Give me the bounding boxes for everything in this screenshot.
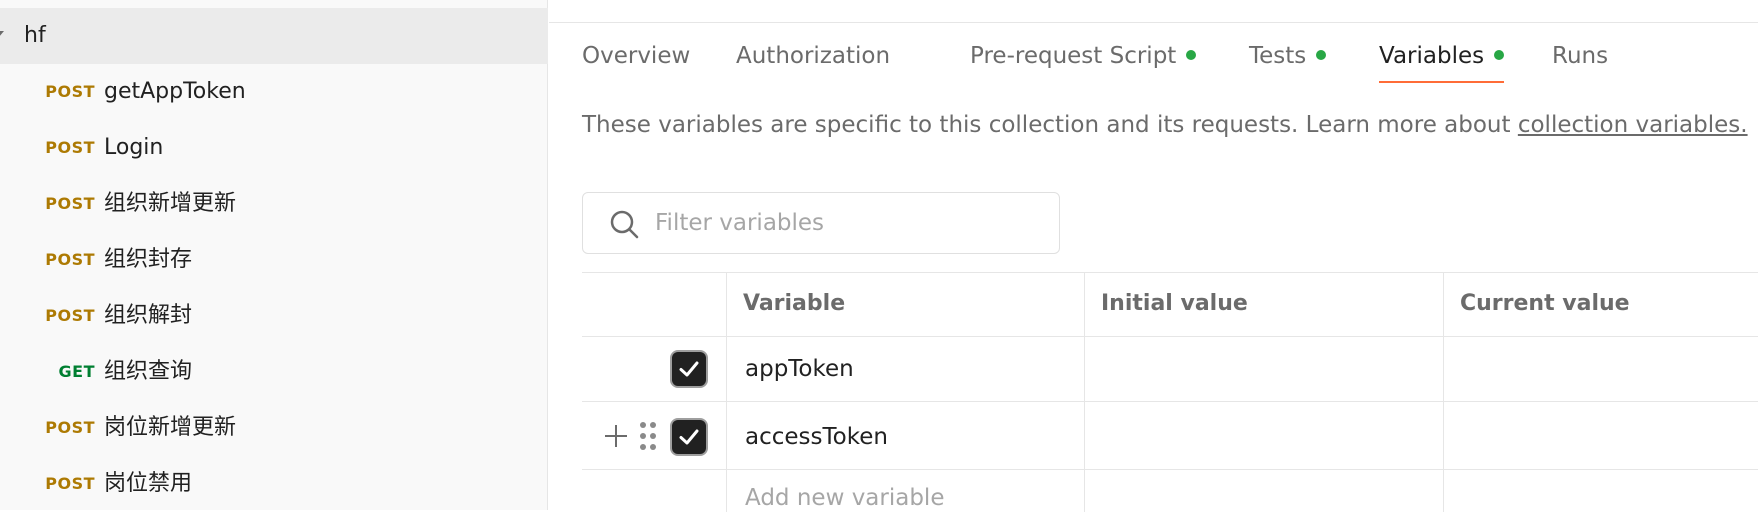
check-icon	[679, 429, 699, 445]
variables-table: Variable Initial value Current value app…	[582, 272, 1758, 512]
column-header-variable: Variable	[743, 291, 846, 316]
row-enabled-checkbox[interactable]	[672, 420, 706, 454]
request-name: 组织新增更新	[104, 191, 237, 216]
tab-label: Tests	[1249, 43, 1307, 69]
collection-main-panel: Overview Authorization Pre-request Scrip…	[549, 0, 1758, 512]
request-method-badge: POST	[45, 306, 95, 325]
folder-name: hf	[24, 23, 46, 48]
sidebar-request-item[interactable]: POST getAppToken	[0, 64, 548, 120]
sidebar-request-item[interactable]: GET 组织查询	[0, 344, 548, 400]
status-dot-icon	[1186, 49, 1197, 60]
sidebar-request-item[interactable]: POST 组织封存	[0, 232, 548, 288]
tab-label: Authorization	[736, 43, 891, 69]
search-icon	[610, 210, 639, 239]
request-name: 岗位新增更新	[104, 415, 237, 440]
sidebar: hf POST getAppToken POST Login POST 组织新增…	[0, 0, 548, 510]
table-border	[726, 272, 727, 512]
tab-variables[interactable]: Variables	[1379, 30, 1505, 85]
sidebar-folder-hf[interactable]: hf	[0, 8, 548, 64]
tab-label: Runs	[1552, 43, 1609, 69]
active-tab-indicator	[1379, 81, 1505, 83]
filter-variables-box[interactable]	[582, 192, 1060, 254]
request-method-badge: POST	[45, 194, 95, 213]
filter-variables-input[interactable]	[655, 193, 1045, 253]
request-name: 组织解封	[104, 303, 193, 328]
tab-runs[interactable]: Runs	[1552, 30, 1608, 85]
table-border	[1084, 272, 1085, 512]
drag-handle-icon[interactable]	[638, 420, 658, 452]
variables-description: These variables are specific to this col…	[582, 112, 1748, 138]
collection-variables-link[interactable]: collection variables.	[1518, 112, 1748, 138]
request-method-badge: POST	[45, 82, 95, 101]
sidebar-request-item[interactable]: POST 岗位新增更新	[0, 400, 548, 456]
tab-tests[interactable]: Tests	[1249, 30, 1327, 85]
table-border	[582, 401, 1758, 402]
sidebar-request-item[interactable]: POST Login	[0, 120, 548, 176]
tab-label: Pre-request Script	[970, 43, 1177, 69]
plus-icon[interactable]	[602, 422, 630, 450]
request-name: getAppToken	[104, 79, 246, 104]
status-dot-icon	[1494, 49, 1505, 60]
sidebar-request-item[interactable]: POST 组织解封	[0, 288, 548, 344]
column-header-initial-value: Initial value	[1101, 291, 1248, 316]
tab-label: Variables	[1379, 43, 1485, 69]
request-name: Login	[104, 135, 164, 160]
request-method-badge: POST	[45, 418, 95, 437]
request-name: 岗位禁用	[104, 471, 193, 496]
request-method-badge: POST	[45, 474, 95, 493]
tab-pre-request-script[interactable]: Pre-request Script	[970, 30, 1197, 85]
request-method-badge: POST	[45, 138, 95, 157]
description-text: These variables are specific to this col…	[582, 112, 1518, 138]
column-header-current-value: Current value	[1460, 291, 1630, 316]
status-dot-icon	[1316, 49, 1327, 60]
tab-label: Overview	[582, 43, 691, 69]
add-new-variable-input[interactable]: Add new variable	[745, 466, 944, 530]
table-border	[1443, 272, 1444, 512]
request-name: 组织查询	[104, 359, 193, 384]
request-method-badge: GET	[58, 362, 95, 381]
variable-name-cell[interactable]: appToken	[745, 337, 854, 401]
divider	[549, 22, 1758, 23]
row-enabled-checkbox[interactable]	[672, 352, 706, 386]
check-icon	[679, 361, 699, 377]
variable-name-cell[interactable]: accessToken	[745, 405, 888, 469]
sidebar-request-item[interactable]: POST 岗位禁用	[0, 456, 548, 512]
request-name: 组织封存	[104, 247, 193, 272]
request-method-badge: POST	[45, 250, 95, 269]
tab-overview[interactable]: Overview	[582, 30, 690, 85]
caret-down-icon[interactable]	[0, 31, 4, 37]
tab-authorization[interactable]: Authorization	[736, 30, 890, 85]
sidebar-request-item[interactable]: POST 组织新增更新	[0, 176, 548, 232]
